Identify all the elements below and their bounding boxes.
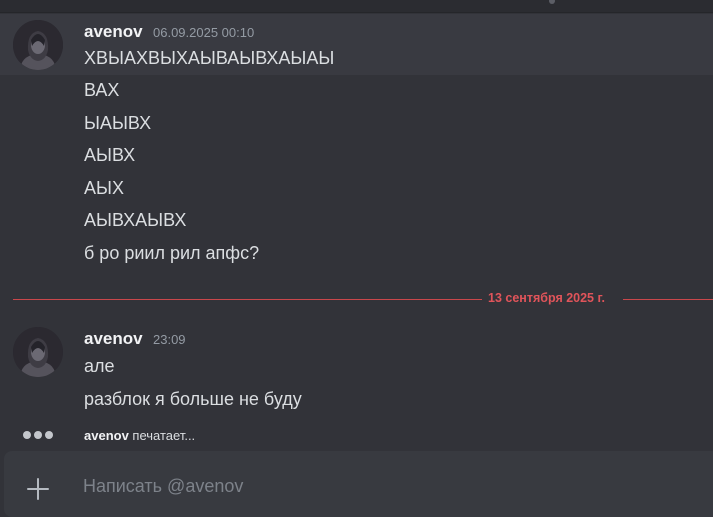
typing-user: avenov (84, 428, 129, 443)
typing-text: avenov печатает... (84, 428, 195, 443)
avatar[interactable] (13, 327, 63, 377)
message-text: ВАХ (84, 80, 120, 100)
header-marker-icon (549, 0, 555, 4)
message-author[interactable]: avenov (84, 329, 143, 349)
add-attachment-plus-icon[interactable] (24, 475, 52, 503)
typing-status: печатает... (128, 428, 196, 443)
message-input[interactable] (83, 473, 643, 499)
message-text: б ро риил рил апфс? (84, 243, 260, 263)
message-text: ХВЫАХВЫХАЫВАЫВХАЫАЫ (84, 48, 335, 68)
message-text: ЫАЫВХ (84, 113, 152, 133)
message-composer (4, 451, 713, 517)
message-text: АЫВХАЫВХ (84, 210, 187, 230)
message-text: але (84, 356, 115, 376)
message-text: АЫХ (84, 178, 124, 198)
divider-line (623, 299, 713, 300)
date-divider-label: 13 сентября 2025 г. (488, 291, 605, 305)
message-timestamp: 23:09 (153, 332, 186, 347)
channel-header-edge (0, 0, 713, 13)
typing-dots-icon (22, 431, 56, 441)
message-timestamp: 06.09.2025 00:10 (153, 25, 255, 40)
typing-indicator: avenov печатает... (22, 428, 422, 444)
avatar[interactable] (13, 20, 63, 70)
divider-line (13, 299, 482, 300)
message-text: разблок я больше не буду (84, 389, 302, 409)
date-divider: 13 сентября 2025 г. (13, 291, 713, 305)
message-author[interactable]: avenov (84, 22, 143, 42)
message-text: АЫВХ (84, 145, 136, 165)
